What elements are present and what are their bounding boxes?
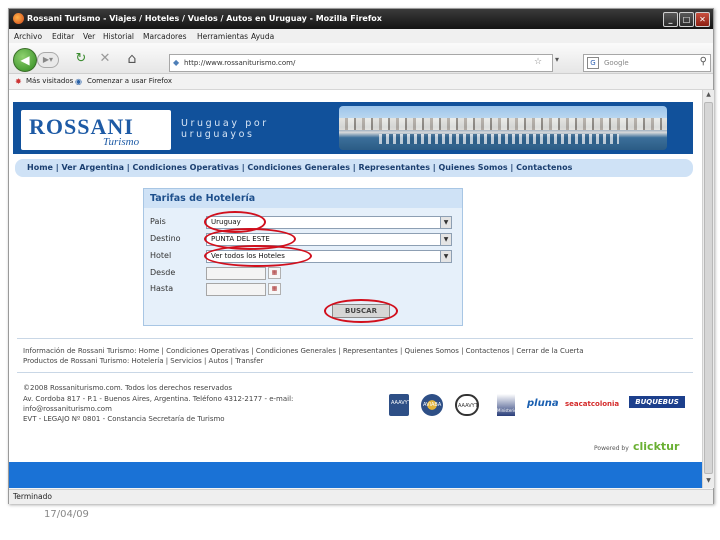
minimize-button[interactable]: _ bbox=[663, 12, 678, 27]
chevron-down-icon: ▼ bbox=[440, 251, 451, 262]
menu-archivo[interactable]: Archivo bbox=[14, 32, 42, 41]
vertical-scrollbar[interactable]: ▲ ▼ bbox=[702, 90, 714, 488]
search-magnifier-icon[interactable]: ⚲ bbox=[700, 56, 707, 67]
bookmark-star-icon[interactable]: ☆ bbox=[534, 57, 542, 67]
address-dropdown-icon[interactable]: ▾ bbox=[555, 55, 565, 69]
home-icon: ⌂ bbox=[127, 51, 137, 67]
back-button[interactable]: ◀ bbox=[13, 48, 37, 72]
menu-ayuda[interactable]: Ayuda bbox=[251, 32, 274, 41]
getting-started-icon: ◉ bbox=[75, 77, 82, 86]
window-title: Rossani Turismo - Viajes / Hoteles / Vue… bbox=[27, 14, 382, 23]
annotation-circle-buscar bbox=[324, 299, 398, 323]
calendar-icon[interactable]: ▦ bbox=[268, 283, 281, 295]
partner-logo-aaavyt: AAAVYT bbox=[389, 394, 411, 416]
label-desde: Desde bbox=[150, 268, 176, 277]
bookmark-most-visited[interactable]: Más visitados bbox=[26, 77, 73, 85]
chevron-down-icon: ▼ bbox=[440, 234, 451, 245]
menu-ver[interactable]: Ver bbox=[83, 32, 95, 41]
tagline-line2: uruguayos bbox=[181, 129, 255, 140]
desde-input[interactable] bbox=[206, 267, 266, 280]
menu-historial[interactable]: Historial bbox=[103, 32, 134, 41]
tagline-line1: Uruguay por bbox=[181, 118, 269, 129]
partner-logo-pluna: pluna bbox=[527, 398, 559, 409]
address-bar[interactable]: ◆ http://www.rossaniturismo.com/ ☆ bbox=[169, 54, 553, 72]
form-title-bar: Tarifas de Hotelería bbox=[144, 189, 462, 208]
firefox-icon bbox=[13, 13, 24, 24]
powered-by-label: Powered by bbox=[594, 445, 629, 452]
close-button[interactable]: ✕ bbox=[695, 12, 710, 27]
partner-logo-buquebus: BUQUEBUS bbox=[629, 396, 685, 408]
hasta-input[interactable] bbox=[206, 283, 266, 296]
menu-marcadores[interactable]: Marcadores bbox=[143, 32, 187, 41]
reload-button[interactable]: ↻ bbox=[73, 51, 89, 67]
hotel-rates-form: Tarifas de Hotelería Pais Uruguay ▼ Dest… bbox=[143, 188, 463, 326]
partner-logo-aaavyt-2: AAAVYT bbox=[455, 394, 479, 416]
google-icon: G bbox=[587, 57, 599, 69]
search-input[interactable]: Google bbox=[604, 59, 629, 67]
logo-sub-text: Turismo bbox=[103, 136, 140, 148]
site-nav-links[interactable]: Home | Ver Argentina | Condiciones Opera… bbox=[27, 163, 572, 172]
forward-arrow-icon: ▶▾ bbox=[42, 55, 54, 64]
stop-icon: ✕ bbox=[99, 51, 111, 66]
footer-address: Av. Cordoba 817 - P.1 - Buenos Aires, Ar… bbox=[23, 395, 294, 403]
bookmarks-toolbar: ✸ Más visitados ◉ Comenzar a usar Firefo… bbox=[9, 74, 713, 90]
footer-divider-top bbox=[17, 338, 693, 339]
maximize-button[interactable]: □ bbox=[679, 12, 694, 27]
chevron-down-icon: ▼ bbox=[440, 217, 451, 228]
scroll-down-icon[interactable]: ▼ bbox=[704, 477, 713, 486]
photo-boats bbox=[379, 134, 619, 144]
stop-button[interactable]: ✕ bbox=[97, 51, 113, 67]
status-text: Terminado bbox=[13, 492, 52, 501]
page-bottom-bar bbox=[9, 462, 702, 488]
status-bar: Terminado bbox=[9, 489, 713, 504]
back-arrow-icon: ◀ bbox=[20, 53, 30, 67]
calendar-icon[interactable]: ▦ bbox=[268, 267, 281, 279]
scrollbar-thumb[interactable] bbox=[704, 102, 713, 474]
partner-logo-aaavyt-label: AAAVYT bbox=[391, 400, 411, 406]
menu-bar: Archivo Editar Ver Historial Marcadores … bbox=[9, 29, 713, 43]
footer-copyright: ©2008 Rossaniturismo.com. Todos los dere… bbox=[23, 384, 233, 392]
partner-logo-aaavyt-2-label: AAAVYT bbox=[458, 403, 478, 409]
annotation-circle-hotel bbox=[204, 245, 312, 267]
label-pais: Pais bbox=[150, 217, 166, 226]
harbor-photo bbox=[339, 106, 667, 150]
partner-logo-aviaba: AVIABA bbox=[421, 394, 443, 416]
address-url: http://www.rossaniturismo.com/ bbox=[184, 59, 296, 67]
partner-logo-ministerio: Ministerio bbox=[497, 394, 517, 416]
label-hasta: Hasta bbox=[150, 284, 174, 293]
page-favicon-icon: ◆ bbox=[173, 58, 180, 67]
slide-date: 17/04/09 bbox=[44, 509, 89, 520]
search-box[interactable]: G Google ⚲ bbox=[583, 54, 711, 72]
footer-links-info[interactable]: Información de Rossani Turismo: Home | C… bbox=[23, 346, 584, 356]
label-hotel: Hotel bbox=[150, 251, 172, 260]
label-destino: Destino bbox=[150, 234, 181, 243]
rossani-logo[interactable]: ROSSANI Turismo bbox=[21, 110, 171, 150]
reload-icon: ↻ bbox=[75, 51, 87, 66]
site-navigation: Home | Ver Argentina | Condiciones Opera… bbox=[15, 159, 693, 177]
partner-logo-ministerio-label: Ministerio bbox=[497, 408, 517, 413]
footer-links-products[interactable]: Productos de Rossani Turismo: Hotelería … bbox=[23, 356, 263, 366]
footer-license: EVT - LEGAJO Nº 0801 - Constancia Secret… bbox=[23, 415, 225, 423]
site-tagline: Uruguay por uruguayos bbox=[181, 118, 269, 140]
clicktur-logo[interactable]: clicktur bbox=[633, 440, 679, 453]
browser-window: Rossani Turismo - Viajes / Hoteles / Vue… bbox=[8, 8, 714, 504]
footer-divider-mid bbox=[17, 372, 693, 373]
page-content: ROSSANI Turismo Uruguay por uruguayos Ho… bbox=[9, 90, 702, 488]
scroll-up-icon[interactable]: ▲ bbox=[704, 91, 713, 100]
partner-logo-seacat: seacatcolonia bbox=[565, 400, 620, 408]
partner-logo-aviaba-label: AVIABA bbox=[423, 402, 442, 408]
site-header: ROSSANI Turismo Uruguay por uruguayos bbox=[13, 102, 693, 154]
menu-herramientas[interactable]: Herramientas bbox=[197, 32, 248, 41]
most-visited-icon: ✸ bbox=[15, 77, 22, 86]
photo-city bbox=[339, 118, 667, 130]
menu-editar[interactable]: Editar bbox=[52, 32, 74, 41]
forward-button[interactable]: ▶▾ bbox=[37, 52, 59, 68]
navigation-toolbar: ◀ ▶▾ ↻ ✕ ⌂ ◆ http://www.rossaniturismo.c… bbox=[9, 43, 713, 74]
form-title: Tarifas de Hotelería bbox=[150, 193, 256, 204]
bookmark-getting-started[interactable]: Comenzar a usar Firefox bbox=[87, 77, 172, 85]
home-button[interactable]: ⌂ bbox=[123, 50, 141, 68]
footer-email[interactable]: info@rossaniturismo.com bbox=[23, 404, 112, 414]
title-bar: Rossani Turismo - Viajes / Hoteles / Vue… bbox=[9, 9, 713, 29]
